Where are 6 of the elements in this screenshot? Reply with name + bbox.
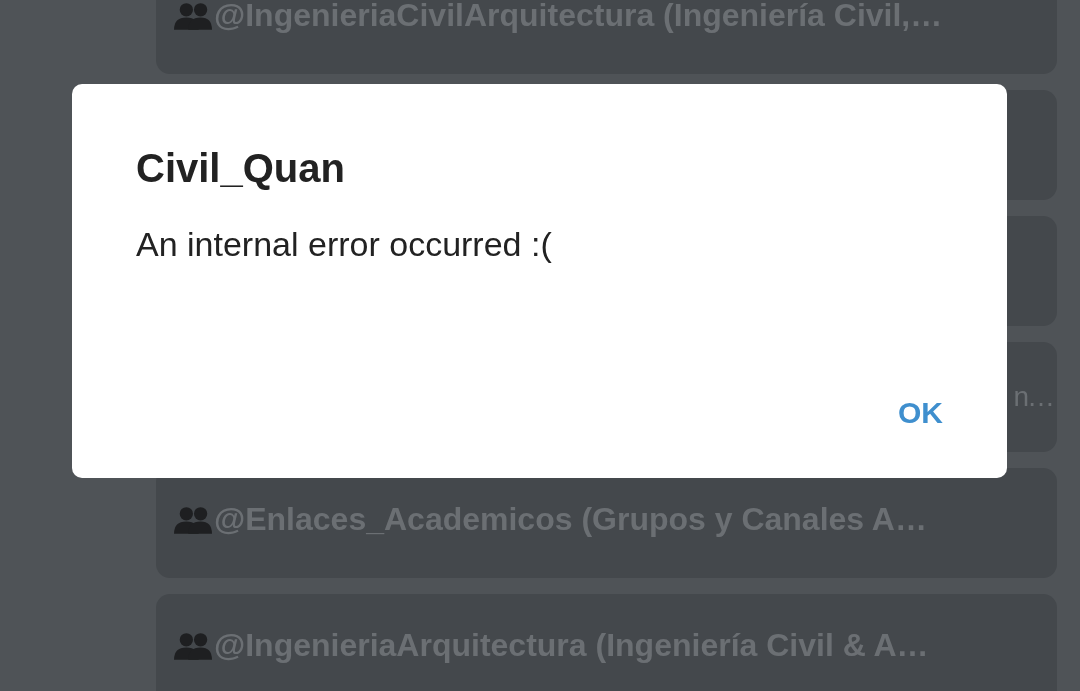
dialog-title: Civil_Quan (136, 146, 345, 191)
group-icon (174, 504, 212, 534)
group-icon (174, 0, 212, 30)
dialog-message: An internal error occurred :( (136, 225, 552, 264)
group-icon (174, 630, 212, 660)
ok-button[interactable]: OK (882, 388, 959, 438)
